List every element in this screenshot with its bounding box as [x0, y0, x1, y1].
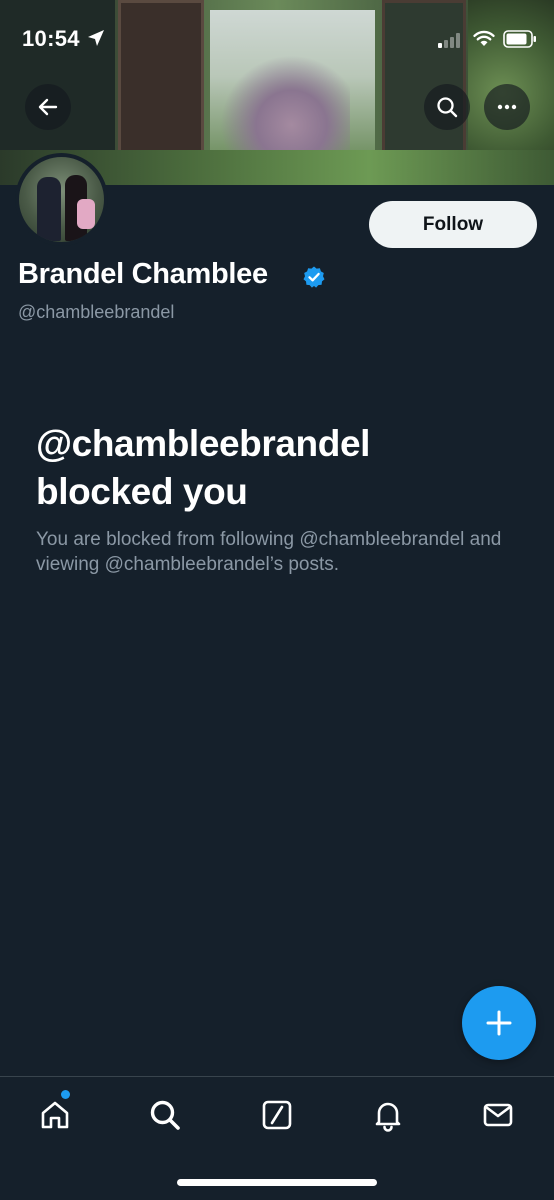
more-horizontal-icon	[497, 104, 517, 110]
tab-notifications[interactable]	[366, 1093, 410, 1137]
tab-home[interactable]	[33, 1093, 77, 1137]
grok-icon	[262, 1100, 292, 1130]
status-bar: 10:54	[0, 0, 554, 80]
compose-button[interactable]	[462, 986, 536, 1060]
back-button[interactable]	[25, 84, 71, 130]
more-options-button[interactable]	[484, 84, 530, 130]
blocked-description: You are blocked from following @chamblee…	[36, 529, 502, 575]
home-indicator	[177, 1179, 377, 1186]
wifi-icon	[473, 30, 495, 46]
tab-grok[interactable]	[255, 1093, 299, 1137]
tab-messages[interactable]	[476, 1093, 520, 1137]
search-icon	[150, 1100, 180, 1130]
follow-button[interactable]: Follow	[369, 201, 537, 248]
display-name: Brandel Chamblee	[18, 258, 268, 290]
verified-badge-icon	[303, 266, 325, 288]
blocked-title: @chambleebrandel blocked you	[36, 423, 371, 512]
avatar[interactable]	[15, 153, 108, 246]
envelope-icon	[483, 1103, 513, 1127]
battery-icon	[503, 30, 536, 48]
home-notification-badge	[61, 1090, 70, 1099]
status-time: 10:54	[22, 26, 80, 51]
handle: @chambleebrandel	[18, 302, 175, 322]
bell-icon	[375, 1102, 401, 1132]
search-icon	[437, 97, 458, 118]
profile-screen: 10:54 Follow Brandel Chamblee @chambleeb…	[0, 0, 554, 1200]
location-arrow-icon	[88, 30, 104, 46]
arrow-left-icon	[38, 98, 58, 116]
tab-search[interactable]	[143, 1093, 187, 1137]
search-button[interactable]	[424, 84, 470, 130]
home-icon	[41, 1101, 69, 1129]
plus-icon	[486, 1010, 512, 1036]
signal-icon	[438, 33, 460, 48]
